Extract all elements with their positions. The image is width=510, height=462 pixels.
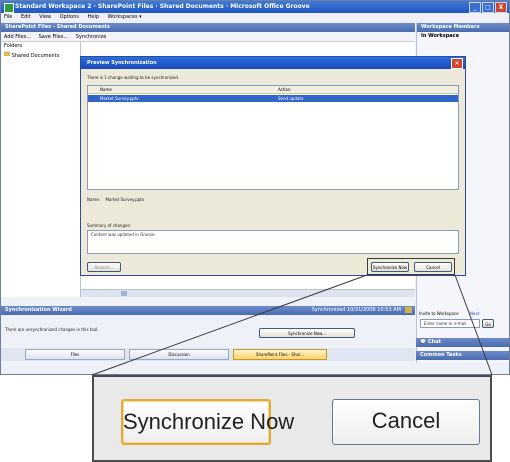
zoom-inset: Synchronize Now Cancel [92,375,492,462]
zoomed-cancel-button[interactable]: Cancel [332,399,480,445]
zoomed-synchronize-now-button[interactable]: Synchronize Now [121,399,294,445]
